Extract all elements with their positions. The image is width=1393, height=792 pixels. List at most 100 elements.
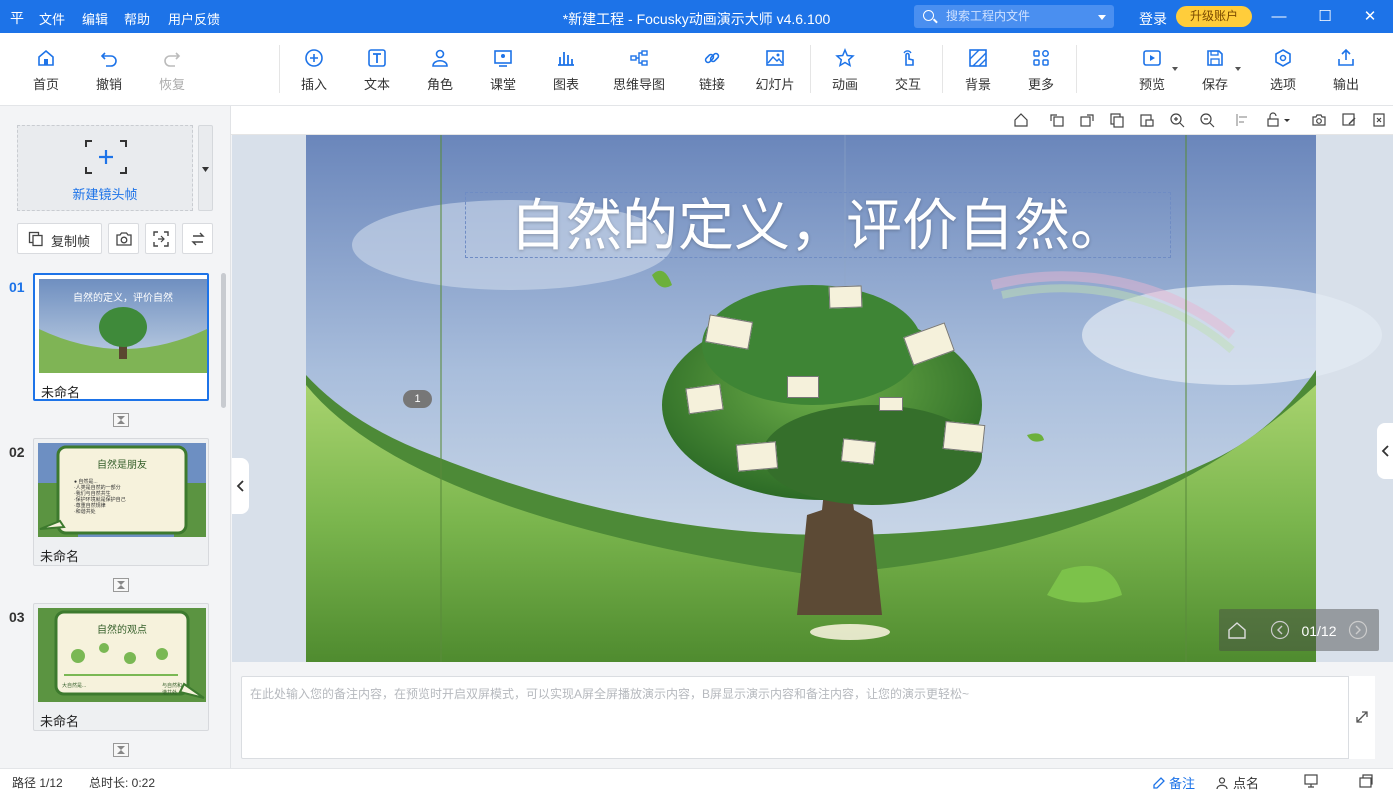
slide-thumbnail-3[interactable]: 自然的观点 大自然是... 与自然和谐共处 未命名: [33, 603, 209, 731]
text-icon: [368, 49, 386, 67]
search-placeholder: 搜索工程内文件: [946, 9, 1031, 23]
slide-name: 未命名: [40, 549, 80, 564]
bar-chart-icon: [558, 52, 574, 66]
mini-frame-card[interactable]: [840, 438, 877, 465]
login-button[interactable]: 登录: [1139, 9, 1167, 29]
screen-icon[interactable]: [1303, 773, 1319, 789]
duration-status: 总时长: 0:22: [89, 776, 156, 790]
star-icon: [835, 48, 855, 68]
zoom-in-icon[interactable]: [1169, 112, 1185, 128]
transition-icon[interactable]: [113, 743, 129, 757]
maximize-button[interactable]: ☐: [1302, 0, 1348, 33]
upgrade-button[interactable]: 升级账户: [1176, 6, 1252, 27]
transition-icon[interactable]: [113, 413, 129, 427]
collapse-left-panel-button[interactable]: [232, 458, 249, 514]
mindmap-label: 思维导图: [612, 77, 665, 92]
fit-frame-button[interactable]: [145, 223, 176, 254]
hand-pointer-icon: [903, 50, 914, 66]
duplicate-icon[interactable]: [1109, 112, 1125, 128]
swap-frame-button[interactable]: [182, 223, 213, 254]
menu-help[interactable]: 帮助: [124, 9, 150, 28]
save-dropdown-caret[interactable]: [1235, 67, 1241, 71]
options-button[interactable]: 选项: [1253, 47, 1313, 93]
lock-dropdown-caret[interactable]: [1283, 112, 1291, 128]
text-button[interactable]: 文本: [347, 47, 407, 93]
new-frame-button[interactable]: 新建镜头帧: [17, 125, 193, 211]
editing-canvas[interactable]: 自然的定义，评价自然。 1 01/12: [232, 135, 1393, 662]
mini-frame-card[interactable]: [787, 376, 819, 398]
new-frame-dropdown[interactable]: [198, 125, 213, 211]
expand-right-panel-button[interactable]: [1377, 423, 1393, 479]
animation-button[interactable]: 动画: [815, 47, 875, 93]
rotate-left-icon[interactable]: [1049, 112, 1065, 128]
background-button[interactable]: 背景: [948, 47, 1008, 93]
notes-input[interactable]: 在此处输入您的备注内容，在预览时开启双屏模式，可以实现A屏全屏播放演示内容，B屏…: [241, 676, 1375, 759]
snapshot-button[interactable]: [108, 223, 139, 254]
expand-icon: [1356, 711, 1368, 723]
next-icon[interactable]: [1348, 620, 1368, 640]
search-input[interactable]: 搜索工程内文件: [914, 5, 1114, 28]
home-nav-icon[interactable]: [1227, 620, 1247, 640]
frame-list-scrollbar[interactable]: [221, 273, 226, 408]
mini-frame-card[interactable]: [828, 285, 863, 309]
notes-area: 在此处输入您的备注内容，在预览时开启双屏模式，可以实现A屏全屏播放演示内容，B屏…: [231, 662, 1393, 768]
menu-edit[interactable]: 编辑: [82, 9, 108, 28]
save-icon: [1207, 50, 1223, 66]
slideshow-button[interactable]: 幻灯片: [745, 47, 805, 93]
edit-image-icon[interactable]: [1341, 112, 1357, 128]
zoom-out-icon[interactable]: [1199, 112, 1215, 128]
expand-notes-button[interactable]: [1348, 676, 1375, 759]
path-marker[interactable]: 1: [403, 390, 432, 408]
close-button[interactable]: ✕: [1347, 0, 1393, 33]
mini-frame-card[interactable]: [685, 383, 724, 415]
mindmap-button[interactable]: 思维导图: [609, 47, 669, 93]
undo-button[interactable]: 撤销: [79, 47, 139, 93]
previous-icon[interactable]: [1270, 620, 1290, 640]
home-button[interactable]: 首页: [16, 47, 76, 93]
lock-icon[interactable]: [1265, 112, 1281, 128]
main-toolbar: 首页 撤销 恢复 插入 文本 角色 课堂 图表 思维导图 链接 幻灯片 动画 交…: [0, 33, 1393, 106]
notes-toggle-button[interactable]: 备注: [1152, 773, 1195, 792]
preview-dropdown-caret[interactable]: [1172, 67, 1178, 71]
camera-icon: [116, 232, 132, 246]
home-view-icon[interactable]: [1013, 112, 1029, 128]
caret-down-icon: [202, 167, 209, 172]
slide-preview-title: 自然的观点: [97, 625, 147, 636]
link-button[interactable]: 链接: [682, 47, 742, 93]
title-text-box[interactable]: 自然的定义，评价自然。: [465, 192, 1171, 258]
window-mode-icon[interactable]: [1358, 773, 1374, 789]
menu-feedback[interactable]: 用户反馈: [168, 9, 220, 28]
export-button[interactable]: 输出: [1316, 47, 1376, 93]
mini-frame-card[interactable]: [735, 441, 779, 472]
canvas-toolbar: [231, 106, 1393, 135]
slide-thumbnail-1[interactable]: 自然的定义，评价自然 未命名: [33, 273, 209, 401]
minimize-button[interactable]: —: [1256, 0, 1302, 33]
rotate-right-icon[interactable]: [1079, 112, 1095, 128]
classroom-button[interactable]: 课堂: [473, 47, 533, 93]
role-button[interactable]: 角色: [410, 47, 470, 93]
home-label: 首页: [32, 77, 59, 92]
search-icon: [923, 10, 934, 21]
chevron-down-icon[interactable]: [1098, 15, 1106, 20]
classroom-icon: [494, 50, 512, 67]
interaction-button[interactable]: 交互: [878, 47, 938, 93]
transition-icon[interactable]: [113, 578, 129, 592]
insert-button[interactable]: 插入: [284, 47, 344, 93]
camera-icon[interactable]: [1311, 112, 1327, 128]
person-icon: [432, 49, 448, 67]
rollcall-button[interactable]: 点名: [1216, 773, 1259, 792]
mini-frame-card[interactable]: [942, 420, 986, 454]
chart-button[interactable]: 图表: [536, 47, 596, 93]
redo-button[interactable]: 恢复: [142, 47, 202, 93]
paste-icon[interactable]: [1139, 112, 1155, 128]
clear-icon[interactable]: [1371, 112, 1387, 128]
copy-frame-button[interactable]: 复制帧: [17, 223, 102, 254]
slide-name: 未命名: [40, 714, 80, 729]
mini-frame-card[interactable]: [879, 397, 903, 411]
more-button[interactable]: 更多: [1011, 47, 1071, 93]
slide-thumbnail-2[interactable]: 自然是朋友 ● 自然是... ·人类是自然的一部分 ·我们与自然共生 ·保护环境…: [33, 438, 209, 566]
background-icon: [969, 49, 987, 67]
align-icon[interactable]: [1235, 112, 1251, 128]
menu-file[interactable]: 文件: [39, 9, 65, 28]
export-icon: [1338, 48, 1354, 66]
